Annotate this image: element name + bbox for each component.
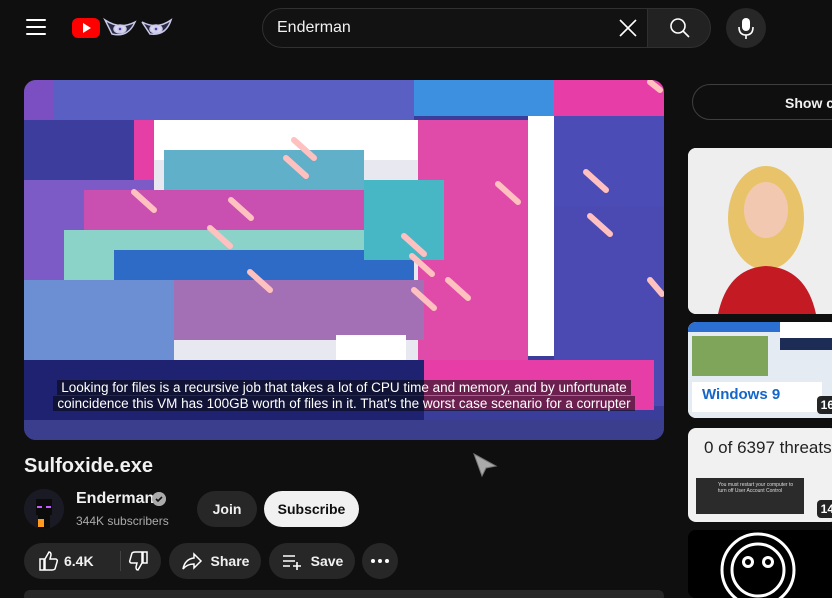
more-horizontal-icon: [371, 559, 389, 563]
like-dislike-group: 6.4K: [24, 543, 161, 579]
video-player[interactable]: Looking for files is a recursive job tha…: [24, 80, 664, 440]
menu-icon[interactable]: [26, 19, 46, 35]
voice-search-button[interactable]: [726, 8, 766, 48]
channel-name[interactable]: Enderman: [76, 490, 154, 508]
thumbnail-image: [688, 530, 832, 598]
show-chat-button[interactable]: Show chat: [692, 84, 832, 120]
search-icon: [670, 18, 690, 38]
subscriber-count: 344K subscribers: [76, 514, 169, 528]
video-duration: 16: [816, 396, 832, 414]
recommendation-thumbnail[interactable]: [688, 148, 832, 314]
thumbs-down-icon: [128, 551, 148, 571]
recommendation-thumbnail[interactable]: 0 of 6397 threats You must restart your …: [688, 428, 832, 522]
thumbnail-text: Windows 9: [702, 386, 781, 403]
subscribe-button[interactable]: Subscribe: [264, 491, 359, 527]
microphone-icon: [738, 18, 754, 39]
close-icon[interactable]: [617, 17, 639, 39]
search-box: [262, 8, 648, 48]
description-box[interactable]: [24, 590, 664, 598]
search-button[interactable]: [647, 8, 711, 48]
like-count: 6.4K: [64, 553, 94, 569]
thumbnail-text: 0 of 6397 threats: [704, 438, 832, 457]
dislike-button[interactable]: [121, 543, 161, 579]
thumbnail-image: [688, 322, 832, 418]
share-icon: [181, 552, 202, 570]
doodle-eyes-icon: [103, 17, 173, 36]
recommendation-thumbnail[interactable]: Windows 9 16: [688, 322, 832, 418]
uac-popup: You must restart your computer to turn o…: [696, 478, 804, 514]
share-label: Share: [210, 553, 250, 569]
verified-icon: [152, 492, 166, 506]
popup-text: You must restart your computer to turn o…: [718, 482, 794, 494]
playlist-add-icon: [282, 555, 301, 570]
thumbnail-image: [688, 148, 832, 314]
channel-avatar[interactable]: [24, 489, 64, 529]
thumbs-up-icon: [39, 551, 59, 571]
enderman-avatar-icon: [24, 489, 64, 529]
share-button[interactable]: Share: [169, 543, 261, 579]
like-button[interactable]: 6.4K: [24, 543, 118, 579]
search-input[interactable]: [277, 9, 607, 47]
caption-line: coincidence this VM has 100GB worth of f…: [53, 396, 635, 411]
video-title: Sulfoxide.exe: [24, 455, 153, 477]
caption-line: Looking for files is a recursive job tha…: [57, 380, 631, 395]
join-button[interactable]: Join: [197, 491, 257, 527]
video-duration: 14: [816, 500, 832, 518]
save-label: Save: [310, 553, 344, 569]
captions: Looking for files is a recursive job tha…: [48, 380, 640, 412]
more-actions-button[interactable]: [362, 543, 398, 579]
recommendation-thumbnail[interactable]: [688, 530, 832, 598]
mouse-cursor-icon: [473, 452, 498, 478]
save-button[interactable]: Save: [269, 543, 355, 579]
youtube-logo[interactable]: [72, 14, 174, 42]
